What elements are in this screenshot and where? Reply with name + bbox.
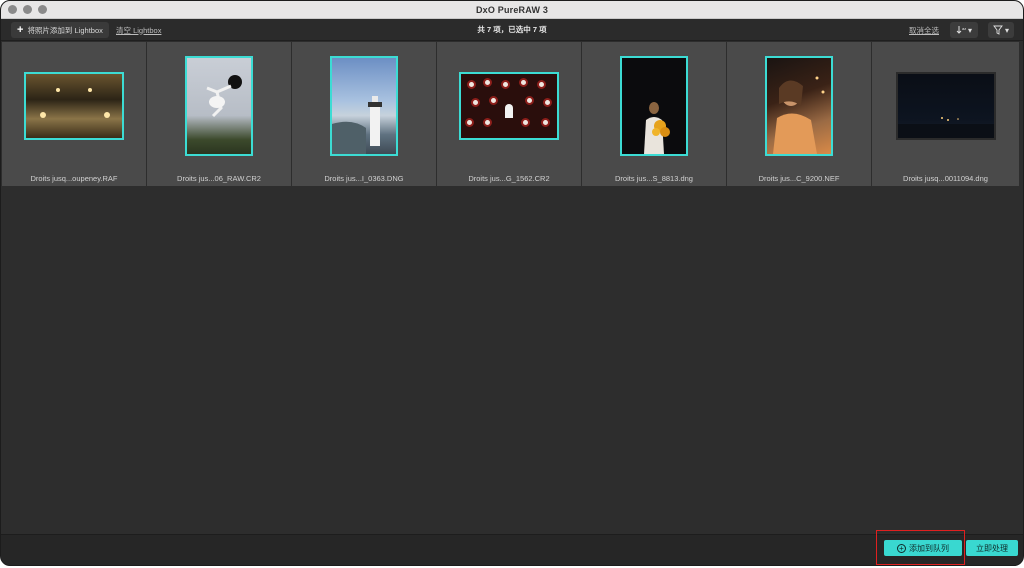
thumbnail-detail bbox=[88, 88, 92, 92]
filter-button[interactable]: ▾ bbox=[988, 22, 1014, 38]
sort-icon: az bbox=[956, 26, 966, 34]
photo-tile[interactable]: Droits jus...I_0363.DNG bbox=[292, 42, 437, 186]
photo-tile[interactable]: Droits jus...S_8813.dng bbox=[582, 42, 727, 186]
photo-tile[interactable]: Droits jus...C_9200.NEF bbox=[727, 42, 872, 186]
photo-thumbnail[interactable] bbox=[765, 56, 833, 156]
svg-text:az: az bbox=[962, 26, 966, 31]
thumbnail-area bbox=[147, 42, 291, 170]
bottom-bar bbox=[1, 534, 1023, 565]
thumbnail-detail bbox=[467, 80, 476, 89]
thumbnail-area bbox=[872, 42, 1019, 170]
photo-thumbnail[interactable] bbox=[330, 56, 398, 156]
app-window: DxO PureRAW 3 + 将照片添加到 Lightbox 清空 Light… bbox=[0, 0, 1024, 566]
photo-thumbnail[interactable] bbox=[459, 72, 559, 140]
close-window-button[interactable] bbox=[8, 5, 17, 14]
photo-tile[interactable]: Droits jus...G_1562.CR2 bbox=[437, 42, 582, 186]
photo-thumbnail[interactable] bbox=[895, 72, 996, 140]
thumbnail-detail bbox=[543, 98, 552, 107]
plus-icon: + bbox=[17, 23, 24, 36]
thumbnail-area bbox=[582, 42, 726, 170]
title-bar: DxO PureRAW 3 bbox=[1, 1, 1023, 19]
thumbnail-art bbox=[644, 102, 670, 154]
add-to-queue-label: 添加到队列 bbox=[909, 543, 949, 553]
photo-filename: Droits jus...S_8813.dng bbox=[615, 174, 693, 183]
photo-filename: Droits jusq...0011094.dng bbox=[903, 174, 988, 183]
thumbnail-area bbox=[727, 42, 871, 170]
thumbnail-detail bbox=[501, 80, 510, 89]
thumbnail-detail bbox=[537, 80, 546, 89]
app-title: DxO PureRAW 3 bbox=[475, 4, 549, 15]
thumbnail-area bbox=[292, 42, 436, 170]
photo-filename: Droits jus...06_RAW.CR2 bbox=[177, 174, 261, 183]
thumbnail-detail bbox=[521, 118, 530, 127]
photo-thumbnail[interactable] bbox=[24, 72, 124, 140]
photo-tile[interactable]: Droits jusq...oupeney.RAF bbox=[2, 42, 147, 186]
thumbnail-area bbox=[2, 42, 146, 170]
process-now-button[interactable]: 立即处理 bbox=[966, 540, 1018, 556]
clear-lightbox-link[interactable]: 清空 Lightbox bbox=[116, 22, 161, 38]
photo-filename: Droits jus...G_1562.CR2 bbox=[468, 174, 550, 183]
zoom-window-button[interactable] bbox=[38, 5, 47, 14]
chevron-down-icon: ▾ bbox=[1004, 25, 1009, 35]
photo-thumbnail[interactable] bbox=[185, 56, 253, 156]
photo-filename: Droits jusq...oupeney.RAF bbox=[30, 174, 118, 183]
toolbar: + 将照片添加到 Lightbox 清空 Lightbox 共 7 项，已选中 … bbox=[1, 19, 1023, 41]
photo-tile[interactable]: Droits jusq...0011094.dng bbox=[872, 42, 1019, 186]
thumbnail-detail bbox=[519, 78, 528, 87]
chevron-down-icon: ▾ bbox=[967, 25, 972, 35]
add-photos-label: 将照片添加到 Lightbox bbox=[27, 25, 103, 35]
thumbnail-art bbox=[897, 117, 994, 138]
minimize-window-button[interactable] bbox=[23, 5, 32, 14]
thumbnail-art bbox=[206, 75, 242, 118]
photo-filename: Droits jus...C_9200.NEF bbox=[758, 174, 840, 183]
photo-filename: Droits jus...I_0363.DNG bbox=[324, 174, 404, 183]
thumbnail-detail bbox=[465, 118, 474, 127]
thumbnail-detail bbox=[541, 118, 550, 127]
thumbnail-detail bbox=[505, 104, 513, 118]
thumbnail-detail bbox=[483, 78, 492, 87]
sort-button[interactable]: az ▾ bbox=[950, 22, 978, 38]
filter-icon bbox=[993, 25, 1003, 35]
thumbnail-detail bbox=[489, 96, 498, 105]
window-controls bbox=[8, 5, 47, 14]
thumbnail-detail bbox=[483, 118, 492, 127]
photo-tile[interactable]: Droits jus...06_RAW.CR2 bbox=[147, 42, 292, 186]
thumbnail-detail bbox=[40, 112, 46, 118]
lightbox-grid: Droits jusq...oupeney.RAF Droits jus...0… bbox=[2, 42, 1023, 186]
plus-circle-icon: + bbox=[897, 543, 906, 553]
thumbnail-art bbox=[773, 76, 825, 154]
photo-thumbnail[interactable] bbox=[620, 56, 688, 156]
thumbnail-detail bbox=[56, 88, 60, 92]
deselect-all-link[interactable]: 取消全选 bbox=[909, 22, 939, 38]
thumbnail-area bbox=[437, 42, 581, 170]
thumbnail-detail bbox=[525, 96, 534, 105]
thumbnail-detail bbox=[471, 98, 480, 107]
add-to-queue-button[interactable]: + 添加到队列 bbox=[884, 540, 962, 556]
add-photos-button[interactable]: + 将照片添加到 Lightbox bbox=[11, 22, 109, 38]
thumbnail-detail bbox=[104, 112, 110, 118]
thumbnail-art bbox=[332, 96, 382, 154]
